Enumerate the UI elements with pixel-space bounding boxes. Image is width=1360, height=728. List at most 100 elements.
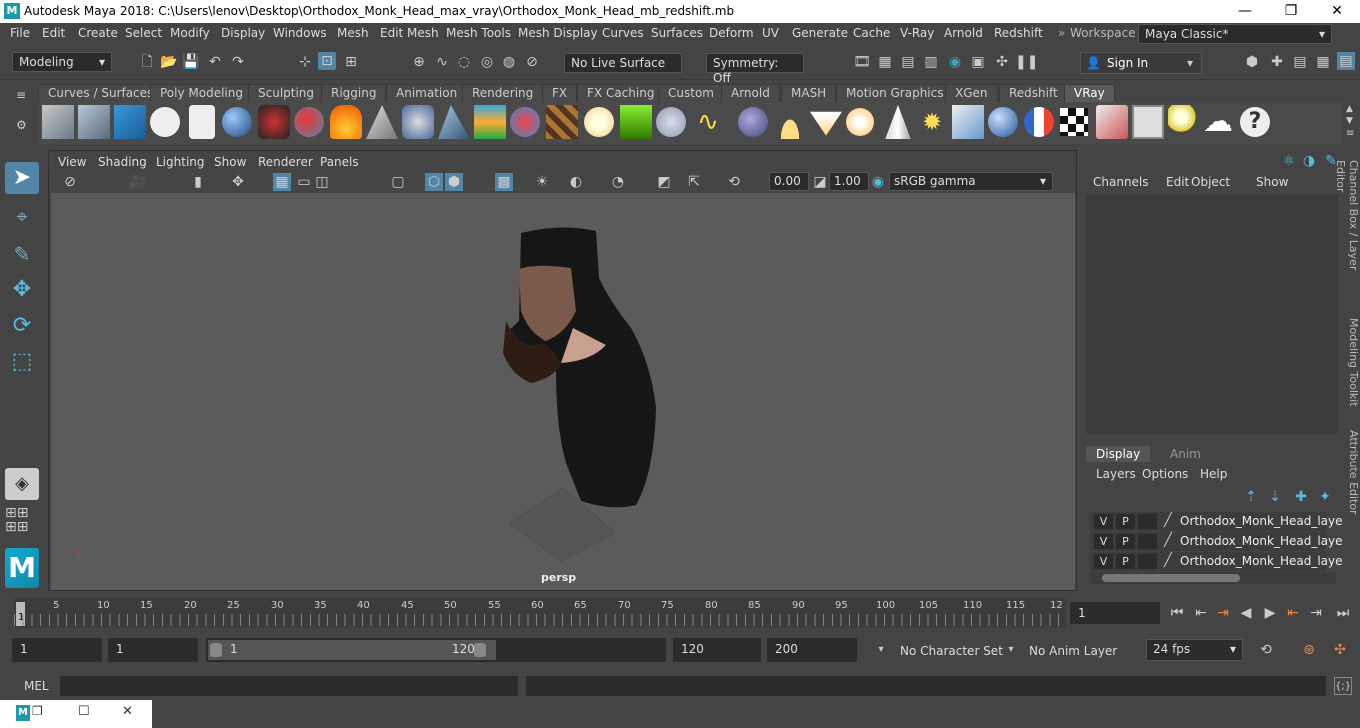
tab-custom[interactable]: Custom	[658, 84, 724, 102]
move-tool-icon[interactable]: ✥	[5, 274, 39, 306]
menu-curves[interactable]: Curves	[602, 26, 644, 40]
layers-menu-layers[interactable]: Layers	[1096, 467, 1136, 481]
step-forward-frame-icon[interactable]: ⇤	[1284, 604, 1302, 622]
layer-type-toggle[interactable]	[1138, 554, 1157, 569]
cb-menu-object[interactable]: Object	[1191, 175, 1230, 189]
restore-icon[interactable]: ❐	[32, 704, 43, 718]
exposure-field[interactable]: 0.00	[769, 172, 809, 191]
tab-curves-surfaces[interactable]: Curves / Surfaces	[38, 84, 164, 102]
layer-type-toggle[interactable]	[1138, 514, 1157, 529]
vray-cloud-icon[interactable]: ☁	[1202, 105, 1234, 139]
vray-options-icon[interactable]	[1132, 105, 1164, 139]
vray-logo-icon[interactable]	[150, 107, 180, 137]
menu-redshift[interactable]: Redshift	[994, 26, 1043, 40]
vray-scatter-icon[interactable]	[656, 107, 686, 137]
vp-menu-view[interactable]: View	[58, 155, 86, 169]
symmetry-dropdown[interactable]: Symmetry: Off	[706, 53, 804, 85]
render-view-icon[interactable]: ▣	[969, 53, 987, 71]
menu-edit[interactable]: Edit	[42, 26, 65, 40]
layer-up-icon[interactable]: ⇡	[1242, 488, 1260, 506]
chevron-down-icon[interactable]: ▾	[1002, 641, 1020, 659]
new-layer-selected-icon[interactable]: ✦	[1316, 488, 1334, 506]
tab-mash[interactable]: MASH	[781, 84, 837, 102]
snap-surface-icon[interactable]: ◍	[500, 53, 518, 71]
shelf-scroll[interactable]: ▲ ▼ ≡	[1343, 102, 1360, 144]
exposure-icon[interactable]: ⟲	[725, 173, 743, 191]
ipr-render-icon[interactable]: ▤	[899, 53, 917, 71]
vray-settings-icon[interactable]	[42, 105, 74, 139]
tab-xgen[interactable]: XGen	[945, 84, 998, 102]
scroll-up-icon[interactable]: ▲	[1346, 104, 1353, 114]
snap-point-icon[interactable]: ◌	[455, 53, 473, 71]
vray-sphere-light-icon[interactable]	[738, 107, 768, 137]
vp-menu-renderer[interactable]: Renderer	[258, 155, 313, 169]
layer-hscrollbar[interactable]	[1090, 572, 1336, 584]
vray-batch-icon[interactable]	[78, 105, 110, 139]
snap-grid-icon[interactable]: ⊕	[410, 53, 428, 71]
minimized-window[interactable]: M ❐ ☐ ✕	[0, 700, 152, 728]
workspace-dropdown[interactable]: Maya Classic* ▾	[1138, 24, 1332, 44]
render-settings-icon[interactable]: ▥	[922, 53, 940, 71]
chevron-down-icon[interactable]: ▾	[872, 641, 890, 659]
open-scene-icon[interactable]: 📂	[160, 53, 178, 71]
menu-cache[interactable]: Cache	[853, 26, 890, 40]
maximize-button[interactable]: ❐	[1268, 0, 1314, 23]
side-tab-attribute-editor[interactable]: Attribute Editor	[1340, 430, 1360, 520]
vray-spheres-icon[interactable]	[294, 107, 324, 137]
bookmark-icon[interactable]: ▮	[189, 173, 207, 191]
snap-live-icon[interactable]: ⊘	[523, 53, 541, 71]
vp-menu-show[interactable]: Show	[214, 155, 246, 169]
save-scene-icon[interactable]: 💾	[182, 53, 200, 71]
vray-material-icon[interactable]	[222, 107, 252, 137]
modeling-toolkit-icon[interactable]: ⬢	[1243, 53, 1261, 71]
anim-layer-label[interactable]: No Anim Layer	[1029, 644, 1117, 658]
shelf-menu-icon[interactable]: ≡	[16, 88, 26, 102]
render-current-icon[interactable]: 🎞	[853, 53, 871, 71]
color-space-dropdown[interactable]: sRGB gamma ▾	[889, 172, 1053, 191]
scrollbar-thumb[interactable]	[1102, 574, 1240, 582]
menu-vray[interactable]: V-Ray	[900, 26, 934, 40]
layout-single-icon[interactable]: ◈	[5, 468, 39, 500]
snap-curve-icon[interactable]: ∿	[433, 53, 451, 71]
menu-modify[interactable]: Modify	[170, 26, 210, 40]
tab-vray[interactable]: VRay	[1064, 84, 1115, 102]
vray-light-lister-icon[interactable]	[1168, 105, 1200, 139]
new-scene-icon[interactable]: 🗋	[138, 53, 156, 71]
step-back-key-icon[interactable]: ⇤	[1192, 604, 1210, 622]
vray-color-sphere-icon[interactable]	[1024, 107, 1054, 137]
new-layer-icon[interactable]: ✚	[1292, 488, 1310, 506]
minimize-button[interactable]: —	[1222, 0, 1268, 23]
lasso-tool-icon[interactable]: ⌖	[5, 200, 39, 232]
rotate-tool-icon[interactable]: ⟳	[5, 310, 39, 342]
viewport-3d-view[interactable]: ⊥ persp	[51, 193, 1075, 590]
layers-menu-help[interactable]: Help	[1200, 467, 1227, 481]
menu-create[interactable]: Create	[78, 26, 118, 40]
fps-dropdown[interactable]: 24 fps ▾	[1146, 639, 1243, 661]
step-back-frame-icon[interactable]: ⇥	[1214, 604, 1232, 622]
vray-displacement-icon[interactable]	[474, 105, 506, 139]
select-component-icon[interactable]: ⊞	[342, 53, 360, 71]
time-ruler[interactable]: 1 5 10 15 20 25 30 35 40 45 50 55 60 65 …	[14, 598, 1066, 628]
live-surface-field[interactable]: No Live Surface	[564, 53, 682, 73]
safe-action-icon[interactable]: ▢	[389, 173, 407, 191]
gamma-field[interactable]: 1.00	[829, 172, 869, 191]
range-end-grip[interactable]	[474, 643, 486, 657]
paint-select-tool-icon[interactable]: ✎	[5, 238, 39, 270]
anim-prefs-icon[interactable]: ✣	[1331, 641, 1349, 659]
maya-m-icon[interactable]: M	[5, 548, 39, 588]
cb-menu-channels[interactable]: Channels	[1093, 175, 1149, 189]
vray-checker-icon[interactable]	[1060, 108, 1088, 136]
menu-file[interactable]: File	[10, 26, 30, 40]
menu-edit-mesh[interactable]: Edit Mesh	[380, 26, 439, 40]
vray-spot-light-icon[interactable]	[810, 111, 842, 136]
character-set-label[interactable]: No Character Set	[900, 644, 1003, 658]
step-forward-key-icon[interactable]: ⇥	[1307, 604, 1325, 622]
layer-playback-toggle[interactable]: P	[1116, 534, 1135, 549]
channel-box-icon[interactable]: ⚛	[1280, 152, 1298, 170]
toggle-icon[interactable]: ✣	[993, 53, 1011, 71]
layer-row[interactable]: V P ╱ Orthodox_Monk_Head_laye	[1090, 532, 1343, 551]
scale-tool-icon[interactable]: ⬚	[5, 346, 39, 378]
vray-decal-icon[interactable]	[510, 107, 540, 137]
resolution-gate-icon[interactable]: ◫	[313, 173, 331, 191]
gamma-icon[interactable]: ◪	[811, 173, 829, 191]
